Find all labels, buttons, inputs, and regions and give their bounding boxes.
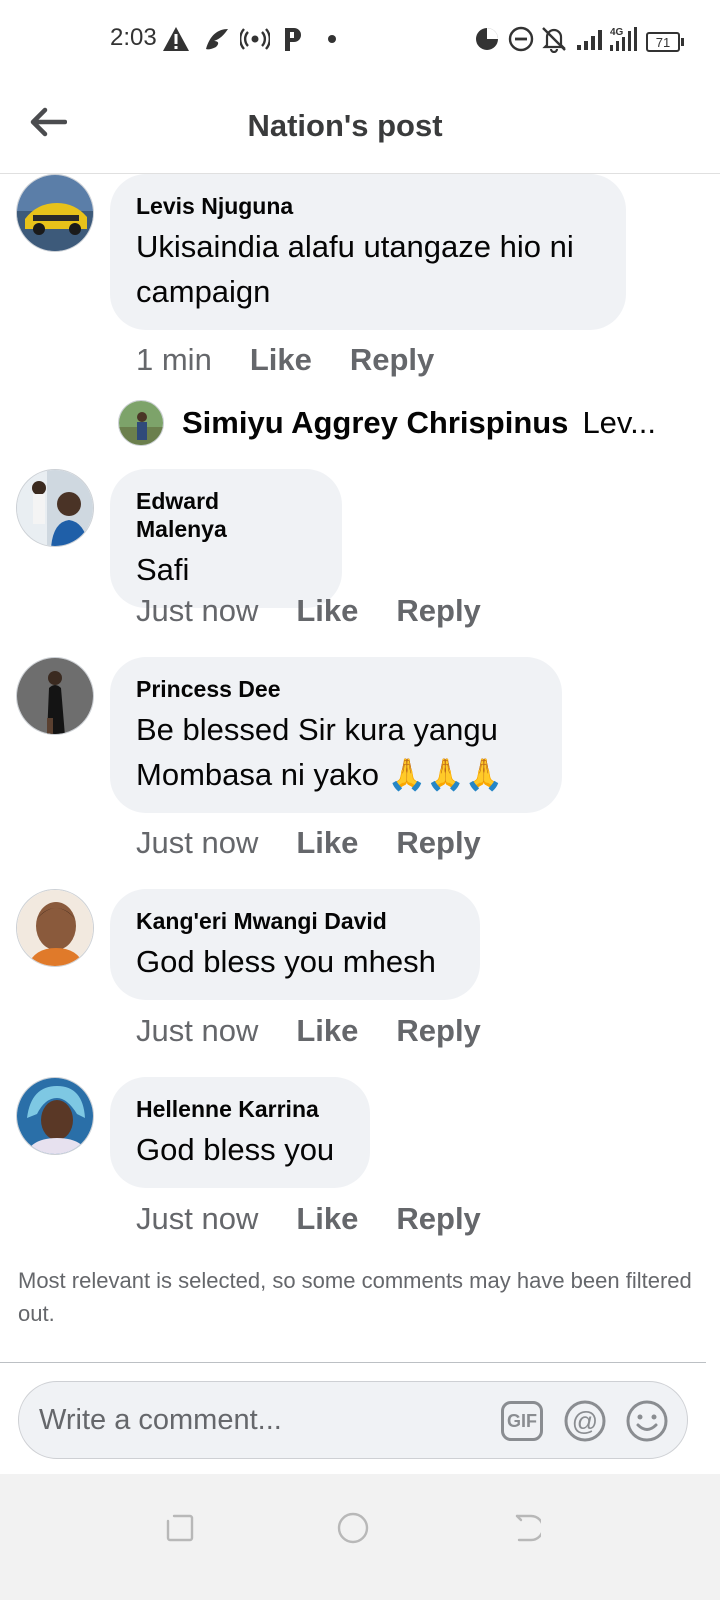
parking-app-icon: [282, 24, 304, 54]
like-button[interactable]: Like: [296, 593, 358, 629]
mention-icon[interactable]: @: [562, 1398, 608, 1444]
warning-icon: [162, 24, 190, 54]
emoji-icon[interactable]: [624, 1398, 670, 1444]
back-icon[interactable]: [500, 1504, 548, 1552]
comment-composer: GIF @: [18, 1381, 688, 1459]
like-button[interactable]: Like: [296, 1201, 358, 1237]
comment-actions: Just now Like Reply: [136, 1199, 519, 1239]
home-icon[interactable]: [329, 1504, 377, 1552]
signal-icon: [576, 24, 606, 54]
signal-4g-icon: 4G: [608, 24, 640, 54]
avatar[interactable]: [16, 657, 94, 735]
data-saver-icon: [474, 24, 500, 54]
comment-bubble: Hellenne Karrina God bless you: [110, 1077, 370, 1188]
reply-preview[interactable]: Simiyu Aggrey Chrispinus Lev...: [118, 398, 656, 448]
comment-author[interactable]: Edward Malenya: [136, 487, 316, 543]
reply-snippet: Lev...: [582, 405, 656, 440]
comment-bubble: Levis Njuguna Ukisaindia alafu utangaze …: [110, 174, 626, 330]
reply-button[interactable]: Reply: [350, 342, 434, 378]
gif-icon[interactable]: GIF: [499, 1398, 545, 1444]
page-title: Nation's post: [247, 108, 443, 143]
battery-icon: 71: [646, 27, 684, 57]
comment-actions: Just now Like Reply: [136, 823, 519, 863]
comment-text: God bless you: [136, 1132, 335, 1167]
reply-button[interactable]: Reply: [396, 825, 480, 861]
comment-author[interactable]: Hellenne Karrina: [136, 1095, 344, 1123]
status-bar: 2:03 4G 71: [0, 0, 720, 80]
divider: [0, 1362, 706, 1363]
top-bar: Nation's post: [0, 80, 720, 174]
comment-time[interactable]: 1 min: [136, 342, 212, 378]
comment-bubble: Kang'eri Mwangi David God bless you mhes…: [110, 889, 480, 1000]
reply-button[interactable]: Reply: [396, 1013, 480, 1049]
comment-bubble: Edward Malenya Safi: [110, 469, 342, 608]
reply-button[interactable]: Reply: [396, 593, 480, 629]
recents-icon[interactable]: [156, 1504, 204, 1552]
feather-app-icon: [202, 24, 230, 54]
gif-label: GIF: [501, 1401, 543, 1441]
avatar[interactable]: [16, 889, 94, 967]
comment-text: Be blessed Sir kura yangu Mombasa ni yak…: [136, 712, 504, 792]
do-not-disturb-icon: [507, 24, 535, 54]
hotspot-icon: [240, 24, 270, 54]
like-button[interactable]: Like: [296, 825, 358, 861]
like-button[interactable]: Like: [250, 342, 312, 378]
comment-actions: Just now Like Reply: [136, 591, 519, 631]
comment-author[interactable]: Levis Njuguna: [136, 192, 600, 220]
comment-time[interactable]: Just now: [136, 1013, 258, 1049]
comment-input[interactable]: [39, 1400, 459, 1440]
comment-author[interactable]: Princess Dee: [136, 675, 536, 703]
reply-author: Simiyu Aggrey Chrispinus: [182, 405, 569, 440]
avatar[interactable]: [16, 174, 94, 252]
comment-bubble: Princess Dee Be blessed Sir kura yangu M…: [110, 657, 562, 813]
comment-author[interactable]: Kang'eri Mwangi David: [136, 907, 454, 935]
comment-text: Safi: [136, 552, 190, 587]
reply-button[interactable]: Reply: [396, 1201, 480, 1237]
svg-text:@: @: [572, 1406, 598, 1436]
avatar[interactable]: [16, 469, 94, 547]
comment-actions: 1 min Like Reply: [136, 340, 472, 380]
battery-level: 71: [646, 32, 680, 52]
like-button[interactable]: Like: [296, 1013, 358, 1049]
status-time: 2:03: [110, 24, 157, 51]
reply-avatar: [118, 400, 164, 446]
avatar[interactable]: [16, 1077, 94, 1155]
system-nav-bar: [0, 1474, 720, 1600]
dot-icon: [326, 24, 338, 54]
comment-time[interactable]: Just now: [136, 825, 258, 861]
comment-text: Ukisaindia alafu utangaze hio ni campaig…: [136, 229, 574, 309]
comment-text: God bless you mhesh: [136, 944, 436, 979]
comment-time[interactable]: Just now: [136, 593, 258, 629]
comment-actions: Just now Like Reply: [136, 1011, 519, 1051]
svg-text:4G: 4G: [610, 27, 624, 38]
filter-note: Most relevant is selected, so some comme…: [18, 1268, 692, 1326]
bell-off-icon: [540, 24, 568, 54]
comment-time[interactable]: Just now: [136, 1201, 258, 1237]
